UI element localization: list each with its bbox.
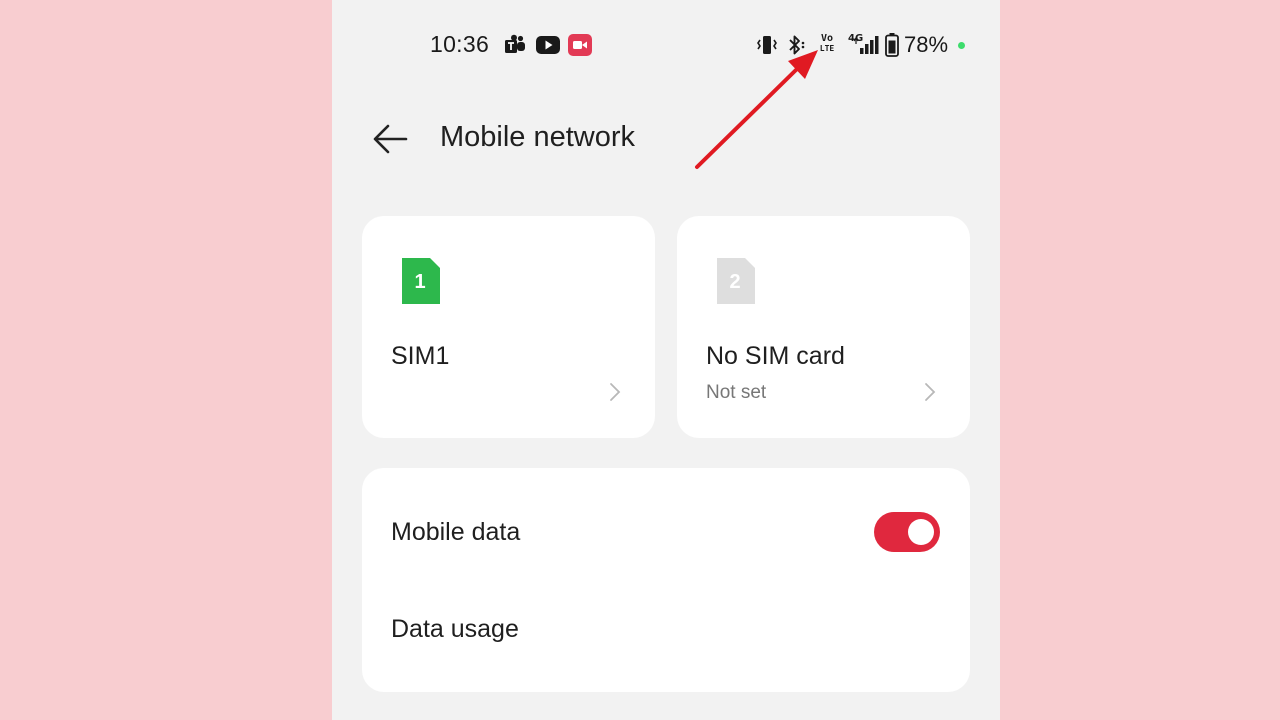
teams-icon: [505, 34, 525, 53]
youtube-icon: [536, 36, 560, 54]
battery-percent: 78%: [904, 32, 949, 57]
sim2-badge: 2: [729, 271, 740, 293]
sim1-badge: 1: [414, 271, 425, 293]
data-usage-item[interactable]: Data usage: [391, 615, 519, 644]
signal-icon: [854, 36, 879, 54]
sim2-card[interactable]: 2 No SIM card Not set: [677, 216, 970, 438]
sim1-card-icon: 1: [402, 258, 440, 304]
status-time: 10:36: [430, 31, 490, 57]
sim2-label: No SIM card: [706, 342, 845, 370]
sim2-card-icon: 2: [717, 258, 755, 304]
mobile-data-label[interactable]: Mobile data: [391, 518, 520, 547]
annotation-arrow-icon: [695, 50, 818, 169]
sim1-label: SIM1: [391, 342, 450, 370]
sim1-card[interactable]: 1 SIM1: [362, 216, 655, 438]
sim2-subtitle: Not set: [706, 382, 767, 403]
phone-screen: 10:36 Vo LTE 4G 78% Mobile network 1 SIM…: [332, 0, 1000, 720]
back-arrow-icon[interactable]: [372, 122, 408, 156]
mobile-settings-list: Mobile data Data usage: [362, 468, 970, 692]
privacy-indicator-dot: [958, 42, 965, 49]
mobile-data-toggle[interactable]: [874, 512, 940, 552]
chevron-right-icon: [610, 383, 621, 401]
battery-icon: [885, 33, 899, 57]
chevron-right-icon: [925, 383, 936, 401]
toggle-knob: [908, 519, 934, 545]
page-title: Mobile network: [440, 121, 636, 153]
screen-recorder-icon: [568, 34, 592, 56]
